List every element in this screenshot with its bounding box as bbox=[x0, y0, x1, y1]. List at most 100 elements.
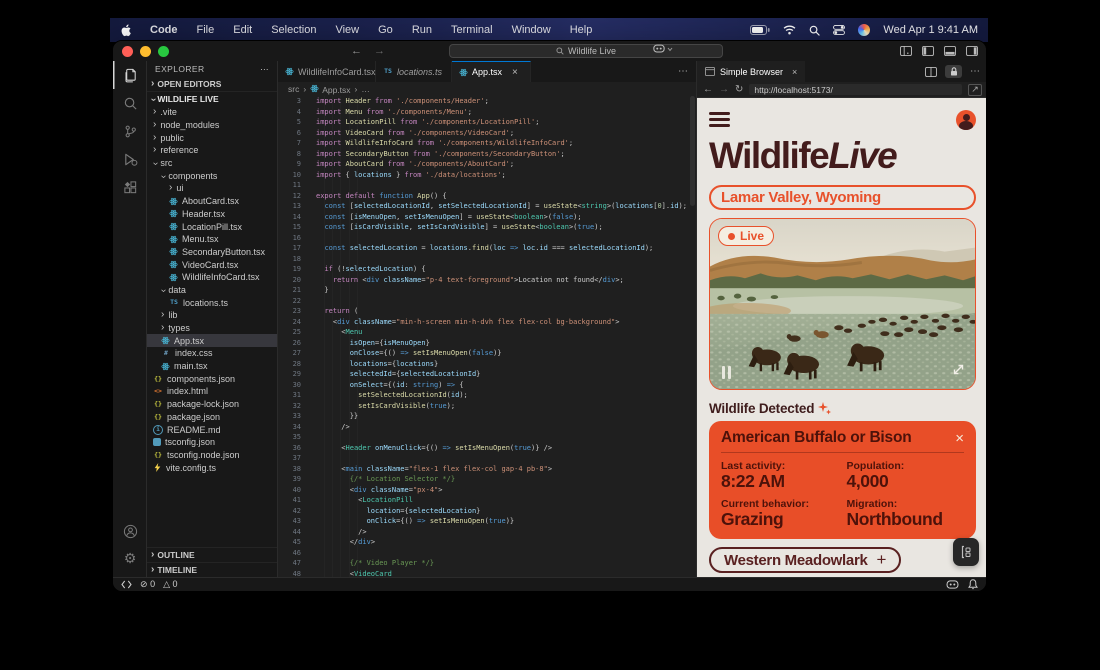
tree-item-aboutcard-tsx[interactable]: AboutCard.tsx bbox=[147, 195, 277, 208]
source-control-icon[interactable] bbox=[113, 117, 147, 145]
browser-back-icon[interactable]: ← bbox=[703, 84, 713, 95]
open-external-icon[interactable]: ↗ bbox=[968, 84, 982, 96]
toggle-primary-sidebar-icon[interactable] bbox=[922, 46, 934, 56]
tree-item-reference[interactable]: ›reference bbox=[147, 144, 277, 157]
tree-item-header-tsx[interactable]: Header.tsx bbox=[147, 208, 277, 221]
workspace-root-section[interactable]: › WILDLIFE LIVE bbox=[147, 91, 277, 106]
browser-forward-icon[interactable]: → bbox=[719, 84, 729, 95]
lock-button[interactable] bbox=[945, 65, 962, 78]
close-icon[interactable]: × bbox=[792, 67, 797, 77]
errors-indicator[interactable]: ⊘ 0 bbox=[140, 579, 155, 590]
menubar-item-selection[interactable]: Selection bbox=[271, 24, 316, 36]
toggle-panel-icon[interactable] bbox=[944, 46, 956, 56]
tab-app-tsx[interactable]: App.tsx× bbox=[452, 61, 531, 82]
menubar-item-view[interactable]: View bbox=[335, 24, 359, 36]
tree-item-package-json[interactable]: {}package.json bbox=[147, 411, 277, 424]
menubar-app-icon[interactable] bbox=[858, 24, 870, 36]
spotlight-search-icon[interactable] bbox=[809, 25, 820, 36]
breadcrumb-item-app-tsx[interactable]: App.tsx bbox=[310, 84, 350, 95]
control-center-icon[interactable] bbox=[833, 25, 845, 35]
tree-item-index-html[interactable]: <>index.html bbox=[147, 385, 277, 398]
tree-item-vite-config-ts[interactable]: vite.config.ts bbox=[147, 461, 277, 474]
breadcrumb[interactable]: src›App.tsx›… bbox=[278, 82, 696, 96]
explorer-view-icon[interactable] bbox=[113, 61, 147, 89]
notifications-bell-icon[interactable] bbox=[968, 579, 978, 590]
url-input[interactable]: http://localhost:5173/ bbox=[749, 84, 962, 95]
menubar-item-run[interactable]: Run bbox=[412, 24, 432, 36]
tree-item-ui[interactable]: ›ui bbox=[147, 182, 277, 195]
tree-item-menu-tsx[interactable]: Menu.tsx bbox=[147, 233, 277, 246]
tab-simple-browser[interactable]: Simple Browser × bbox=[697, 61, 805, 82]
tree-item-src[interactable]: ›src bbox=[147, 157, 277, 170]
tree-item-index-css[interactable]: #index.css bbox=[147, 347, 277, 360]
tree-item-locationpill-tsx[interactable]: LocationPill.tsx bbox=[147, 220, 277, 233]
tree-item-data[interactable]: ›data bbox=[147, 284, 277, 297]
editor-more-actions-icon[interactable]: ⋯ bbox=[670, 61, 696, 82]
hamburger-menu-icon[interactable] bbox=[709, 110, 730, 127]
tree-item-lib[interactable]: ›lib bbox=[147, 309, 277, 322]
tree-item--vite[interactable]: ›.vite bbox=[147, 106, 277, 119]
breadcrumb-item--[interactable]: … bbox=[361, 84, 370, 94]
tree-item-tsconfig-node-json[interactable]: {}tsconfig.node.json bbox=[147, 449, 277, 462]
wifi-icon[interactable] bbox=[783, 25, 796, 35]
tree-item-types[interactable]: ›types bbox=[147, 322, 277, 335]
tree-item-secondarybutton-tsx[interactable]: SecondaryButton.tsx bbox=[147, 246, 277, 259]
menubar-item-file[interactable]: File bbox=[197, 24, 215, 36]
window-close-button[interactable] bbox=[122, 46, 133, 57]
menubar-item-edit[interactable]: Edit bbox=[233, 24, 252, 36]
card-close-icon[interactable]: × bbox=[955, 431, 964, 446]
tree-item-package-lock-json[interactable]: {}package-lock.json bbox=[147, 398, 277, 411]
timeline-section[interactable]: › TIMELINE bbox=[147, 562, 277, 577]
next-species-button[interactable]: Western Meadowlark + bbox=[709, 547, 901, 573]
tree-item-locations-ts[interactable]: TSlocations.ts bbox=[147, 296, 277, 309]
nav-back-icon[interactable]: ← bbox=[351, 45, 362, 57]
accounts-icon[interactable] bbox=[113, 517, 147, 545]
open-editors-section[interactable]: › OPEN EDITORS bbox=[147, 77, 277, 91]
window-minimize-button[interactable] bbox=[140, 46, 151, 57]
location-pill-button[interactable]: Lamar Valley, Wyoming bbox=[709, 185, 976, 210]
live-video-card[interactable]: Live bbox=[709, 218, 976, 390]
pause-button[interactable] bbox=[722, 366, 731, 379]
tree-item-wildlifeinfocard-tsx[interactable]: WildlifeInfoCard.tsx bbox=[147, 271, 277, 284]
tree-item-components[interactable]: ›components bbox=[147, 169, 277, 182]
breadcrumb-item-src[interactable]: src bbox=[288, 84, 299, 94]
tree-item-readme-md[interactable]: iREADME.md bbox=[147, 423, 277, 436]
menubar-item-help[interactable]: Help bbox=[570, 24, 593, 36]
search-view-icon[interactable] bbox=[113, 89, 147, 117]
battery-icon[interactable] bbox=[750, 25, 770, 35]
remote-indicator-icon[interactable] bbox=[121, 580, 132, 589]
menubar-item-window[interactable]: Window bbox=[512, 24, 551, 36]
tree-item-main-tsx[interactable]: main.tsx bbox=[147, 360, 277, 373]
fullscreen-expand-icon[interactable] bbox=[952, 363, 965, 381]
close-icon[interactable]: × bbox=[512, 67, 518, 78]
tree-item-node-modules[interactable]: ›node_modules bbox=[147, 119, 277, 132]
profile-avatar[interactable] bbox=[956, 110, 976, 130]
explorer-more-actions-icon[interactable]: ⋯ bbox=[260, 64, 269, 75]
tree-item-components-json[interactable]: {}components.json bbox=[147, 372, 277, 385]
nav-forward-icon[interactable]: → bbox=[374, 45, 385, 57]
tree-item-app-tsx[interactable]: App.tsx bbox=[147, 334, 277, 347]
dev-overlay-button[interactable] bbox=[953, 538, 979, 566]
tab-wildlifeinfocard-tsx[interactable]: WildlifeInfoCard.tsx bbox=[278, 61, 376, 82]
tree-item-tsconfig-json[interactable]: tsconfig.json bbox=[147, 436, 277, 449]
menubar-item-go[interactable]: Go bbox=[378, 24, 393, 36]
code-editor[interactable]: 3import Header from './components/Header… bbox=[278, 96, 696, 577]
menubar-item-terminal[interactable]: Terminal bbox=[451, 24, 493, 36]
tree-item-videocard-tsx[interactable]: VideoCard.tsx bbox=[147, 258, 277, 271]
outline-section[interactable]: › OUTLINE bbox=[147, 547, 277, 562]
tab-locations-ts[interactable]: TSlocations.ts bbox=[376, 61, 452, 82]
window-zoom-button[interactable] bbox=[158, 46, 169, 57]
warnings-indicator[interactable]: △ 0 bbox=[163, 579, 177, 590]
split-editor-icon[interactable] bbox=[925, 67, 937, 77]
copilot-status-icon[interactable] bbox=[946, 580, 959, 590]
editor-scrollbar[interactable] bbox=[690, 96, 695, 206]
apple-icon[interactable] bbox=[120, 24, 131, 37]
customize-layout-icon[interactable] bbox=[900, 46, 912, 56]
menubar-item-code[interactable]: Code bbox=[150, 24, 178, 36]
panel-more-actions-icon[interactable]: ⋯ bbox=[970, 66, 980, 77]
copilot-menu-button[interactable] bbox=[653, 44, 673, 54]
settings-gear-icon[interactable]: ⚙ bbox=[113, 545, 147, 573]
extensions-icon[interactable] bbox=[113, 173, 147, 201]
command-center-search[interactable]: Wildlife Live bbox=[449, 44, 723, 58]
tree-item-public[interactable]: ›public bbox=[147, 131, 277, 144]
